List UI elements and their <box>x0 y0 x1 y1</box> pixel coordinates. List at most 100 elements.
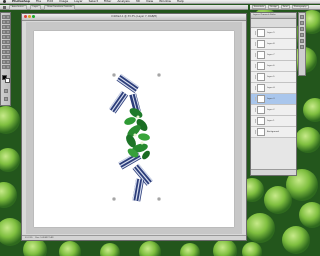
close-icon[interactable] <box>24 15 27 18</box>
layer-row[interactable]: Background <box>251 127 296 138</box>
layer-name: Background <box>267 131 279 133</box>
screen-mode-icon[interactable] <box>4 97 8 101</box>
move-tool-icon[interactable] <box>3 5 6 9</box>
layer-thumbnail <box>257 95 265 103</box>
info-panel-icon[interactable] <box>300 45 304 49</box>
dodge-tool-icon[interactable] <box>6 45 10 49</box>
zoom-level[interactable]: 33.33% <box>25 237 33 239</box>
artwork <box>108 73 161 202</box>
menu-view[interactable]: View <box>146 0 153 3</box>
options-bar: Auto-Select Layer Show Transform Control… <box>0 4 248 10</box>
history-panel-icon[interactable] <box>300 39 304 43</box>
layer-row[interactable]: Layer 9 <box>251 28 296 39</box>
layer-row[interactable]: Layer 6 <box>251 61 296 72</box>
layer-name: Layer 4 <box>267 87 275 89</box>
document-size: Doc: 5.49M/27.4M <box>35 237 54 239</box>
history-brush-tool-icon[interactable] <box>6 35 10 39</box>
workspace-switcher: Essentials Design Paint Photography <box>250 5 320 10</box>
layer-thumbnail <box>257 73 265 81</box>
layer-name: Layer 5 <box>267 76 275 78</box>
magic-wand-tool-icon[interactable] <box>6 20 10 24</box>
layer-thumbnail <box>257 84 265 92</box>
layers-panel-footer[interactable] <box>251 169 296 175</box>
auto-select-checkbox[interactable]: Auto-Select <box>9 4 27 10</box>
eye-icon[interactable] <box>252 53 256 57</box>
layer-thumbnail <box>257 106 265 114</box>
workspace-design-button[interactable]: Design <box>268 5 279 9</box>
layer-list: Layer 9 Layer 8 Layer 7 Layer 6 Layer 5 Layer… <box>251 28 296 138</box>
eye-icon[interactable] <box>252 108 256 112</box>
color-panel-icon[interactable] <box>300 15 304 19</box>
minimize-icon[interactable] <box>28 15 31 18</box>
menu-image[interactable]: Image <box>59 0 68 3</box>
type-tool-icon[interactable] <box>6 50 10 54</box>
layer-row[interactable]: Layer 5 <box>251 72 296 83</box>
menu-analysis[interactable]: Analysis <box>117 0 129 3</box>
menu-edit[interactable]: Edit <box>47 0 53 3</box>
layer-name: Layer 8 <box>267 43 275 45</box>
brush-tool-icon[interactable] <box>6 30 10 34</box>
menu-select[interactable]: Select <box>89 0 98 3</box>
layer-row[interactable]: Layer 2 <box>251 105 296 116</box>
collapsed-panels-strip <box>298 12 306 76</box>
menu-help[interactable]: Help <box>177 0 184 3</box>
menu-window[interactable]: Window <box>159 0 171 3</box>
marquee-tool-icon[interactable] <box>6 15 10 19</box>
show-transform-controls-checkbox[interactable]: Show Transform Controls <box>44 4 76 10</box>
document-title: Untitled-1 @ 33.3% (Layer 7, RGB/8) <box>111 15 157 18</box>
eye-icon[interactable] <box>252 130 256 134</box>
menu-3d[interactable]: 3D <box>136 0 140 3</box>
tools-panel <box>0 12 11 106</box>
zoom-window-icon[interactable] <box>32 15 35 18</box>
layer-row[interactable]: Layer 7 <box>251 50 296 61</box>
gradient-tool-icon[interactable] <box>6 40 10 44</box>
workspace-photography-button[interactable]: Photography <box>291 5 309 9</box>
layer-row[interactable]: Layer 1 <box>251 116 296 127</box>
eye-icon[interactable] <box>252 75 256 79</box>
document-title-bar[interactable]: Untitled-1 @ 33.3% (Layer 7, RGB/8) <box>22 14 246 21</box>
desktop-screen: Photoshop File Edit Image Layer Select F… <box>0 0 320 256</box>
layer-name: Layer 6 <box>267 65 275 67</box>
3d-orbit-tool-icon[interactable] <box>6 60 10 64</box>
layer-row[interactable]: Layer 3 <box>251 94 296 105</box>
background-color-swatch[interactable] <box>5 78 10 83</box>
eye-icon[interactable] <box>252 64 256 68</box>
menu-layer[interactable]: Layer <box>74 0 82 3</box>
shape-tool-icon[interactable] <box>6 55 10 59</box>
layer-thumbnail <box>257 40 265 48</box>
canvas[interactable] <box>34 31 234 227</box>
menu-bar: Photoshop File Edit Image Layer Select F… <box>0 0 320 4</box>
layer-row[interactable]: Layer 8 <box>251 39 296 50</box>
eye-icon[interactable] <box>252 31 256 35</box>
workspace-paint-button[interactable]: Paint <box>280 5 290 9</box>
layer-thumbnail <box>257 117 265 125</box>
layer-name: Layer 3 <box>267 98 275 100</box>
styles-panel-icon[interactable] <box>300 33 304 37</box>
eye-icon[interactable] <box>252 97 256 101</box>
layer-name: Layer 7 <box>267 54 275 56</box>
eye-icon[interactable] <box>252 86 256 90</box>
layer-thumbnail <box>257 29 265 37</box>
menu-file[interactable]: File <box>36 0 41 3</box>
layer-thumbnail <box>257 128 265 136</box>
quick-mask-icon[interactable] <box>4 89 8 93</box>
layer-thumbnail <box>257 62 265 70</box>
document-status-bar: 33.33% Doc: 5.49M/27.4M <box>22 235 246 240</box>
layer-thumbnail <box>257 51 265 59</box>
layer-row[interactable]: Layer 4 <box>251 83 296 94</box>
workspace-essentials-button[interactable]: Essentials <box>252 5 267 9</box>
adjustments-panel-icon[interactable] <box>300 27 304 31</box>
eyedropper-tool-icon[interactable] <box>6 25 10 29</box>
layer-name: Layer 1 <box>267 120 275 122</box>
menu-filter[interactable]: Filter <box>104 0 111 3</box>
eye-icon[interactable] <box>252 119 256 123</box>
apple-icon[interactable] <box>3 0 6 3</box>
auto-select-target-dropdown[interactable]: Layer <box>29 4 42 10</box>
menu-app-name[interactable]: Photoshop <box>12 0 30 3</box>
eye-icon[interactable] <box>252 42 256 46</box>
document-window: Untitled-1 @ 33.3% (Layer 7, RGB/8) 33.3… <box>21 13 247 241</box>
leaves-artwork <box>124 108 150 160</box>
zoom-tool-icon[interactable] <box>6 65 10 69</box>
layers-blend-controls[interactable] <box>251 19 296 28</box>
swatches-panel-icon[interactable] <box>300 21 304 25</box>
